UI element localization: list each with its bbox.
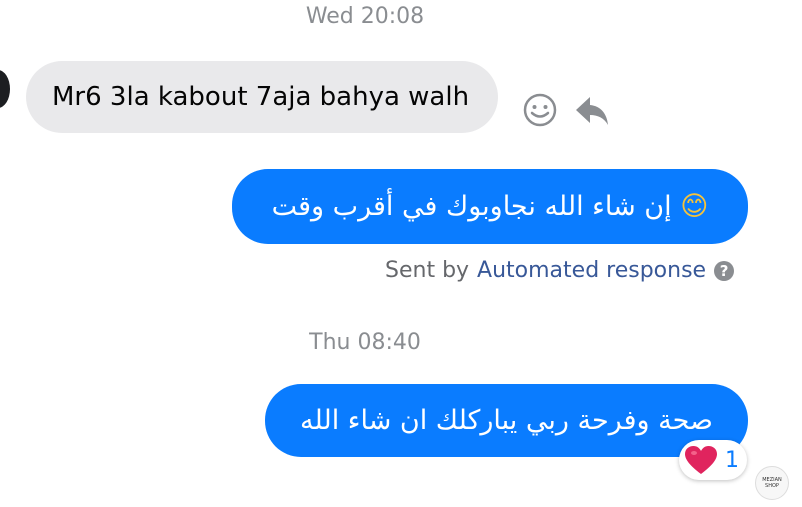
reply-arrow-icon[interactable] — [574, 92, 610, 128]
outgoing-message-bubble-2[interactable]: صحة وفرحة ربي يباركلك ان شاء الله — [265, 384, 748, 457]
incoming-message-bubble[interactable]: Mr6 3la kabout 7aja bahya walh — [26, 61, 498, 133]
sender-avatar[interactable] — [0, 70, 10, 108]
timestamp-thu: Thu 08:40 — [309, 330, 421, 355]
sent-by-prefix: Sent by — [385, 258, 470, 283]
incoming-message-text: Mr6 3la kabout 7aja bahya walh — [52, 82, 470, 112]
heart-icon — [685, 446, 717, 474]
help-circle-icon[interactable]: ? — [714, 260, 735, 281]
timestamp-wed: Wed 20:08 — [305, 4, 425, 29]
seen-avatar[interactable]: MEZIAN SHOP — [755, 466, 789, 500]
sent-by-line: Sent by Automated response ? — [385, 258, 735, 283]
reaction-count: 1 — [725, 447, 739, 473]
outgoing-message-1-text: 😊 إن شاء الله نجاوبوك في أقرب وقت — [271, 191, 709, 222]
outgoing-message-bubble-1[interactable]: 😊 إن شاء الله نجاوبوك في أقرب وقت — [232, 169, 748, 244]
smiley-icon[interactable] — [522, 92, 558, 128]
smiling-emoji: 😊 — [680, 191, 709, 222]
reaction-badge[interactable]: 1 — [679, 440, 747, 480]
automated-response-link[interactable]: Automated response — [477, 258, 706, 283]
seen-avatar-label: MEZIAN SHOP — [762, 477, 782, 489]
outgoing-message-2-text: صحة وفرحة ربي يباركلك ان شاء الله — [300, 405, 713, 436]
